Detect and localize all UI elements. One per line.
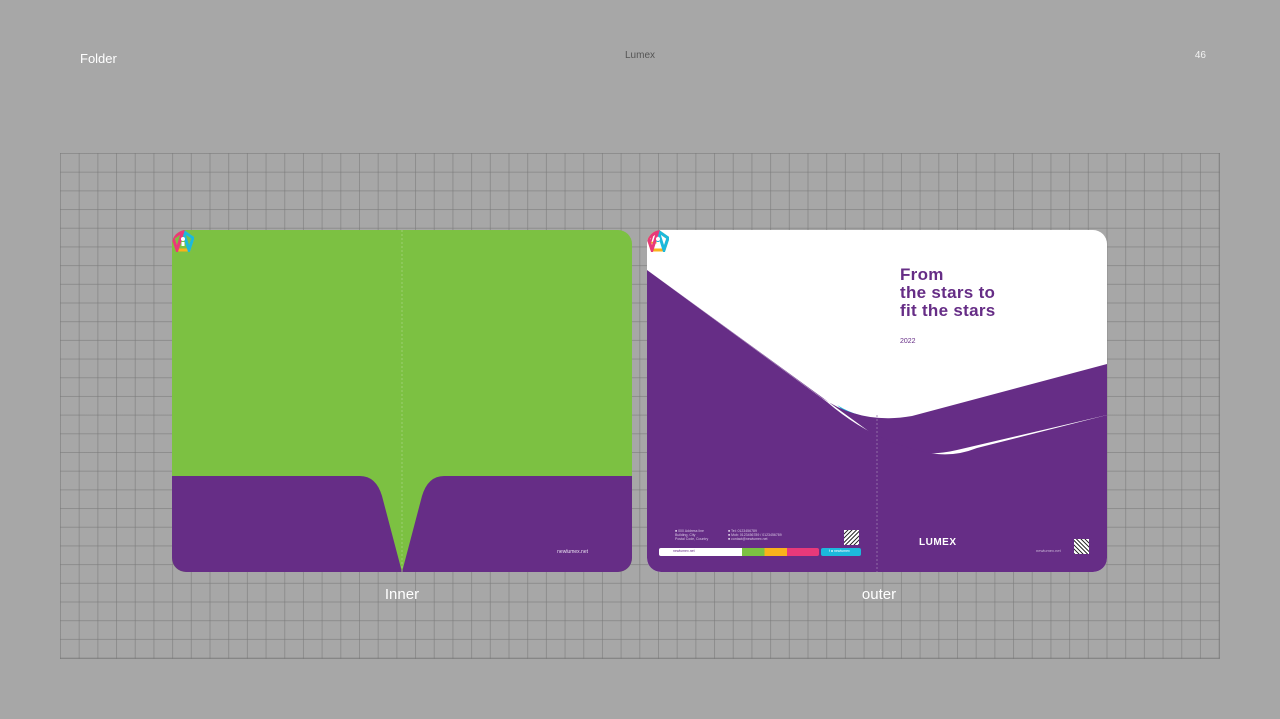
qr-code	[1074, 539, 1089, 554]
inner-artwork	[172, 230, 632, 572]
headline-line-3: fit the stars	[900, 301, 996, 320]
contact-address: ■ 000 Address line Building, City Postal…	[675, 529, 709, 541]
page-number: 46	[1194, 50, 1206, 61]
lumex-logo-icon	[647, 230, 669, 252]
year-text: 2022	[900, 338, 916, 345]
url-bar: newlumex.net	[659, 548, 819, 556]
inner-url-text: newlumex.net	[557, 549, 588, 555]
brand-wordmark: LUMEX	[919, 537, 957, 548]
outer-artwork	[647, 270, 1107, 572]
headline-line-1: From	[900, 265, 944, 284]
outer-url-text: newlumex.net	[1036, 548, 1061, 553]
lumex-logo-icon	[172, 230, 194, 252]
social-button: f ◘ newlumex	[821, 548, 861, 556]
folder-outer-panel: From the stars to fit the stars 2022 ■ 0…	[647, 230, 1107, 572]
headline-line-2: the stars to	[900, 283, 996, 302]
headline: From the stars to fit the stars	[900, 266, 996, 320]
folder-inner-panel: newlumex.net	[172, 230, 632, 572]
contact-phones: ■ Tel: 0123456789 ■ Mob: 0123456789 / 01…	[728, 529, 782, 541]
brand-header: Lumex	[624, 50, 655, 61]
qr-code-small	[844, 530, 859, 545]
outer-caption: outer	[861, 586, 897, 603]
inner-caption: Inner	[384, 586, 420, 603]
